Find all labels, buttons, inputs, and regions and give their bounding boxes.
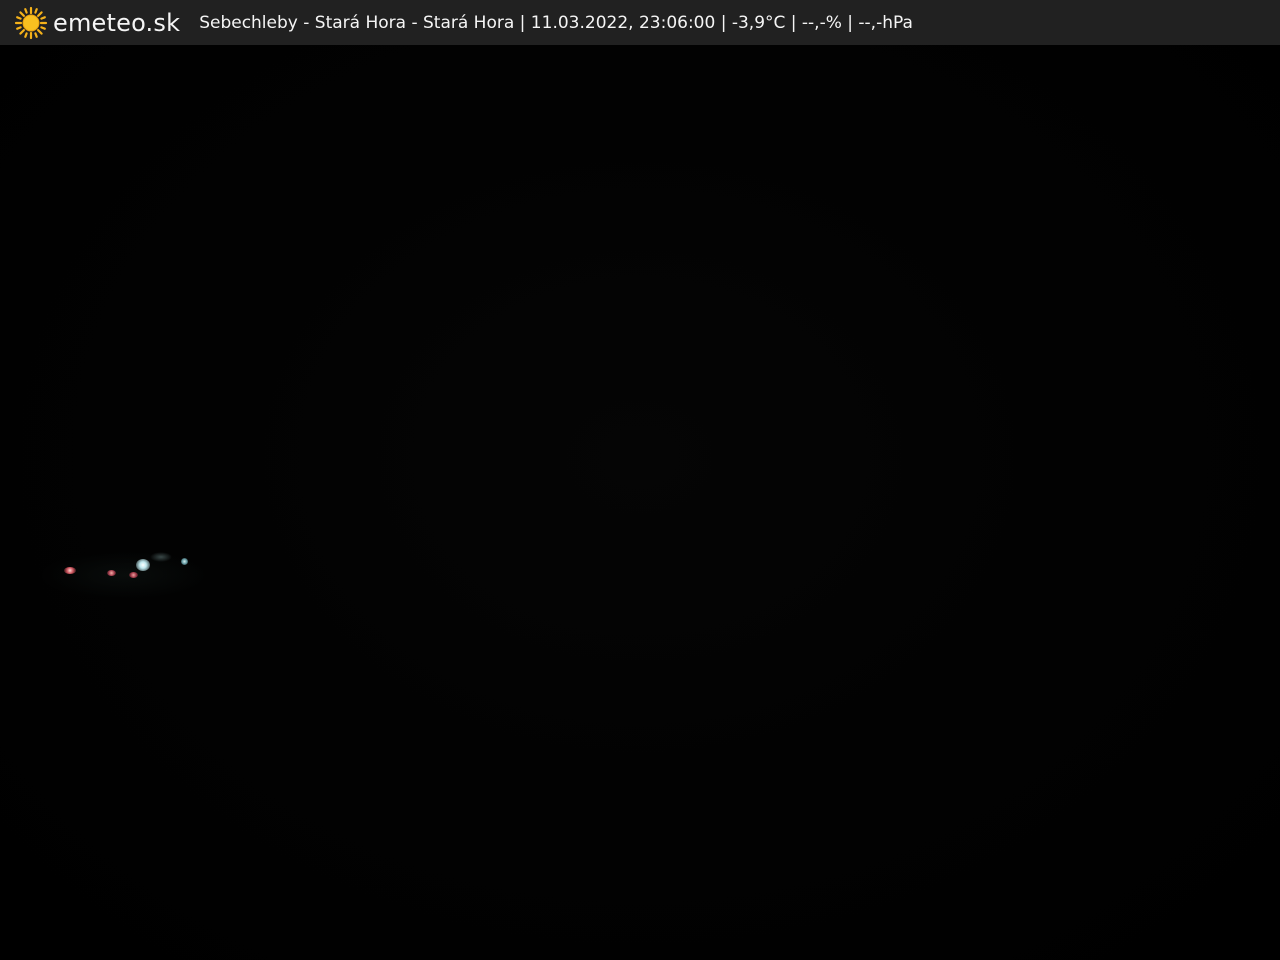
street-light	[64, 567, 76, 574]
sun-icon	[14, 6, 48, 40]
street-light	[107, 570, 116, 576]
brand-name: emeteo.sk	[53, 8, 181, 37]
street-light	[181, 558, 188, 565]
street-light	[129, 572, 138, 578]
street-light	[150, 552, 172, 562]
night-scene	[0, 45, 1280, 960]
street-light	[136, 559, 150, 571]
brand: emeteo.sk	[14, 6, 180, 40]
caption-bar: emeteo.sk Sebechleby - Stará Hora - Star…	[0, 0, 1280, 45]
webcam-view: emeteo.sk Sebechleby - Stará Hora - Star…	[0, 0, 1280, 960]
station-caption: Sebechleby - Stará Hora - Stará Hora | 1…	[199, 12, 913, 33]
